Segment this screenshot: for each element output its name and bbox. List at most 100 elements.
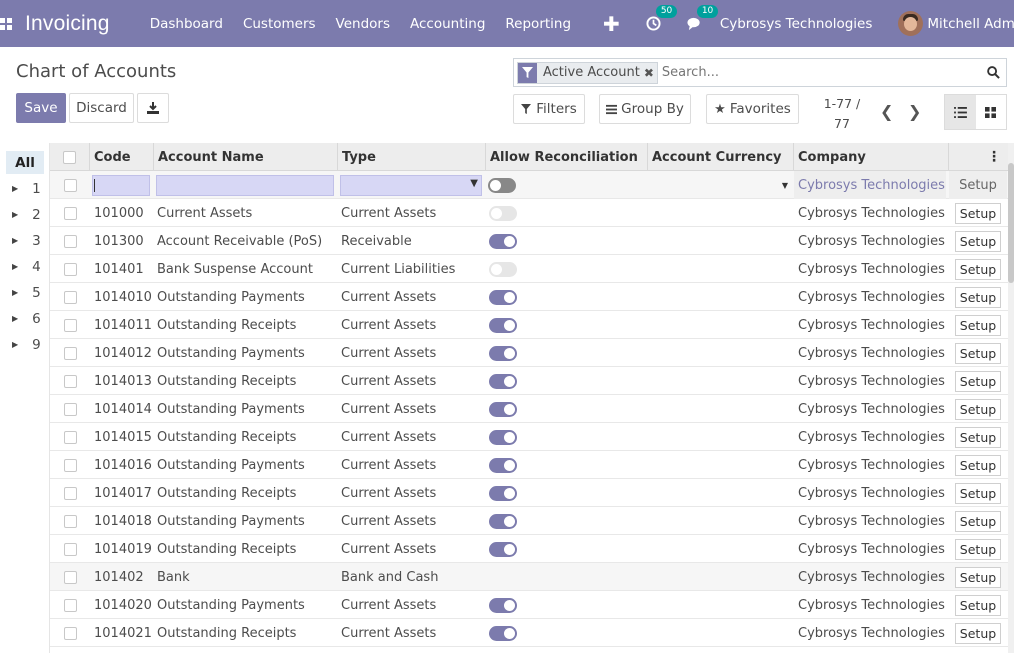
reconcile-toggle[interactable]: [489, 373, 517, 389]
row-checkbox[interactable]: [63, 234, 77, 248]
search-input[interactable]: [661, 65, 982, 80]
row-checkbox[interactable]: [63, 486, 77, 500]
code-input[interactable]: [92, 175, 150, 196]
account-name-input[interactable]: [156, 175, 334, 196]
menu-accounting[interactable]: Accounting: [410, 16, 485, 32]
side-item-9[interactable]: ▶ 9: [6, 333, 44, 356]
reconcile-toggle[interactable]: [489, 401, 517, 417]
setup-button[interactable]: Setup: [954, 398, 1002, 420]
setup-button[interactable]: Setup: [954, 286, 1002, 308]
groupby-button[interactable]: Group By: [599, 94, 691, 124]
setup-button[interactable]: Setup: [954, 258, 1002, 280]
menu-customers[interactable]: Customers: [243, 16, 316, 32]
chevron-left-icon[interactable]: ❮: [880, 102, 893, 121]
table-row[interactable]: 1014013 Outstanding Receipts Current Asset…: [50, 367, 1010, 395]
reconcile-toggle[interactable]: [489, 597, 517, 613]
table-row[interactable]: 101000 Current Assets Current Assets Cybros…: [50, 199, 1010, 227]
row-checkbox[interactable]: [63, 402, 77, 416]
table-row[interactable]: 1014010 Outstanding Payments Current Asset…: [50, 283, 1010, 311]
reconcile-toggle[interactable]: [489, 485, 517, 501]
header-company[interactable]: Company: [794, 143, 949, 171]
reconcile-toggle[interactable]: [489, 233, 517, 249]
chevron-right-icon[interactable]: ❯: [908, 102, 921, 121]
pager-value[interactable]: 1-77 / 77: [822, 94, 862, 134]
table-row[interactable]: 1014018 Outstanding Payments Current Asset…: [50, 507, 1010, 535]
setup-button[interactable]: Setup: [954, 314, 1002, 336]
filters-button[interactable]: Filters: [513, 94, 585, 124]
optional-columns-icon[interactable]: ⋮: [949, 143, 1007, 171]
setup-button[interactable]: Setup: [954, 202, 1002, 224]
setup-button[interactable]: Setup: [954, 342, 1002, 364]
table-row[interactable]: 1014012 Outstanding Payments Current Asset…: [50, 339, 1010, 367]
messages-icon[interactable]: 10: [687, 5, 719, 31]
user-menu[interactable]: Mitchell Admin: [898, 11, 1014, 36]
setup-button[interactable]: Setup: [954, 230, 1002, 252]
row-checkbox[interactable]: [63, 346, 77, 360]
row-checkbox[interactable]: [63, 178, 77, 192]
table-row[interactable]: 1014017 Outstanding Receipts Current Asset…: [50, 479, 1010, 507]
row-checkbox[interactable]: [63, 262, 77, 276]
company-field[interactable]: Cybrosys Technologies: [794, 171, 946, 199]
side-item-5[interactable]: ▶ 5: [6, 281, 44, 304]
reconcile-toggle[interactable]: [489, 345, 517, 361]
reconcile-toggle[interactable]: [489, 289, 517, 305]
discard-button[interactable]: Discard: [69, 93, 134, 123]
table-row[interactable]: 101402 Bank Bank and Cash Cybrosys Technolo…: [50, 563, 1010, 591]
side-item-2[interactable]: ▶ 2: [6, 203, 44, 226]
row-checkbox[interactable]: [63, 598, 77, 612]
setup-button[interactable]: Setup: [954, 594, 1002, 616]
setup-button[interactable]: Setup: [954, 482, 1002, 504]
scrollbar[interactable]: [1008, 143, 1014, 653]
row-checkbox[interactable]: [63, 626, 77, 640]
scrollbar-thumb[interactable]: [1008, 163, 1014, 283]
reconcile-toggle[interactable]: [489, 205, 517, 221]
menu-reporting[interactable]: Reporting: [505, 16, 571, 32]
side-item-3[interactable]: ▶ 3: [6, 229, 44, 252]
type-select[interactable]: ▼: [340, 175, 482, 196]
reconcile-toggle[interactable]: [489, 541, 517, 557]
search-icon[interactable]: [987, 66, 1000, 83]
row-checkbox[interactable]: [63, 458, 77, 472]
header-code[interactable]: Code: [90, 143, 154, 171]
table-row[interactable]: 1014015 Outstanding Receipts Current Asset…: [50, 423, 1010, 451]
list-view-button[interactable]: [945, 95, 976, 129]
menu-vendors[interactable]: Vendors: [336, 16, 390, 32]
reconcile-toggle[interactable]: [489, 261, 517, 277]
table-row[interactable]: 1014021 Outstanding Receipts Current Asset…: [50, 619, 1010, 647]
side-item-1[interactable]: ▶ 1: [6, 177, 44, 200]
side-item-4[interactable]: ▶ 4: [6, 255, 44, 278]
row-checkbox[interactable]: [63, 514, 77, 528]
apps-menu-icon[interactable]: [0, 0, 12, 47]
table-row[interactable]: 1014016 Outstanding Payments Current Asset…: [50, 451, 1010, 479]
row-checkbox[interactable]: [63, 206, 77, 220]
plus-icon[interactable]: ✚: [603, 12, 620, 36]
reconcile-toggle[interactable]: [489, 429, 517, 445]
kanban-view-button[interactable]: [976, 95, 1007, 129]
setup-button[interactable]: Setup: [954, 426, 1002, 448]
company-switcher[interactable]: Cybrosys Technologies: [720, 16, 873, 32]
row-checkbox[interactable]: [63, 542, 77, 556]
header-account-name[interactable]: Account Name: [154, 143, 338, 171]
row-checkbox[interactable]: [63, 430, 77, 444]
row-checkbox[interactable]: [63, 374, 77, 388]
table-row[interactable]: 1014020 Outstanding Payments Current Asset…: [50, 591, 1010, 619]
reconcile-toggle[interactable]: [489, 457, 517, 473]
side-item-all[interactable]: All: [6, 151, 44, 174]
setup-button[interactable]: Setup: [954, 454, 1002, 476]
table-row[interactable]: 101401 Bank Suspense Account Current Liabi…: [50, 255, 1010, 283]
setup-button[interactable]: Setup: [954, 510, 1002, 532]
table-row[interactable]: 101300 Account Receivable (PoS) Receivable…: [50, 227, 1010, 255]
setup-button[interactable]: Setup: [954, 622, 1002, 644]
header-account-currency[interactable]: Account Currency: [648, 143, 794, 171]
activity-icon[interactable]: 50: [646, 5, 678, 31]
save-button[interactable]: Save: [16, 93, 66, 123]
row-checkbox[interactable]: [63, 290, 77, 304]
menu-dashboard[interactable]: Dashboard: [150, 16, 223, 32]
setup-button[interactable]: Setup: [954, 538, 1002, 560]
header-allow-reconciliation[interactable]: Allow Reconciliation: [486, 143, 648, 171]
side-item-6[interactable]: ▶ 6: [6, 307, 44, 330]
setup-button[interactable]: Setup: [954, 370, 1002, 392]
setup-button[interactable]: Setup: [949, 171, 1007, 199]
setup-button[interactable]: Setup: [954, 566, 1002, 588]
reconcile-toggle[interactable]: [488, 177, 516, 193]
